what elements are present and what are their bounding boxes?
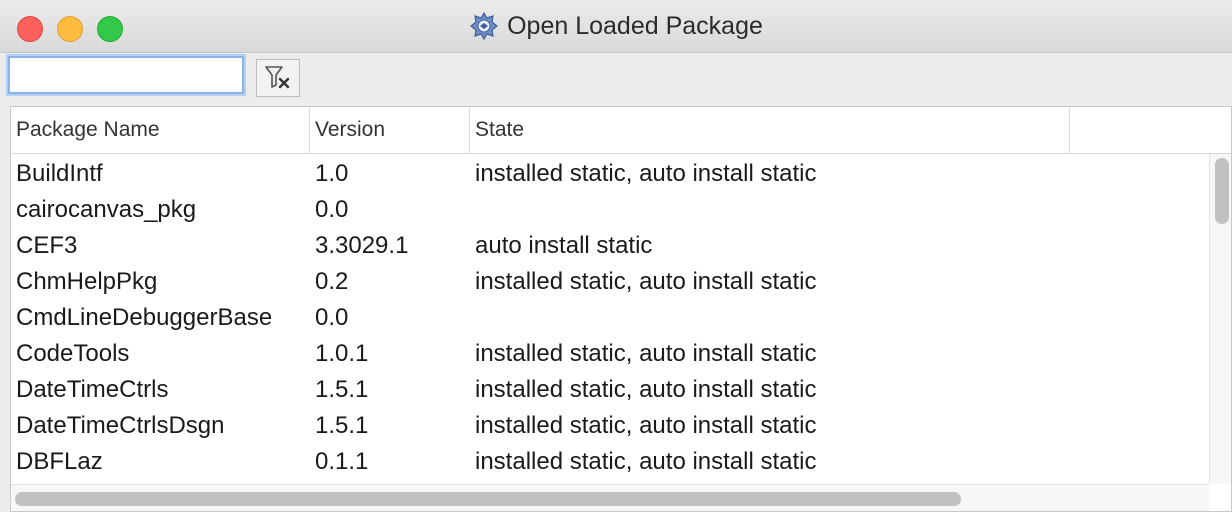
version-cell: 1.5.1	[315, 412, 369, 439]
table-row[interactable]: CmdLineDebuggerBase 0.0	[11, 300, 1209, 336]
table-row[interactable]: BuildIntf 1.0 installed static, auto ins…	[11, 156, 1209, 192]
table-row[interactable]: CodeTools 1.0.1 installed static, auto i…	[11, 336, 1209, 372]
version-cell: 0.2	[315, 268, 349, 295]
version-cell: 0.0	[315, 304, 349, 331]
table-row[interactable]: DateTimeCtrls 1.5.1 installed static, au…	[11, 372, 1209, 408]
version-cell: 0.0	[315, 196, 349, 223]
column-header-package-name[interactable]: Package Name	[11, 107, 310, 153]
state-cell: auto install static	[475, 232, 653, 259]
package-name-cell: DBFLaz	[16, 448, 103, 475]
window-title-group: Open Loaded Package	[0, 0, 1232, 52]
package-name-cell: CEF3	[16, 232, 78, 259]
state-cell: installed static, auto install static	[475, 412, 817, 439]
horizontal-scrollbar[interactable]	[11, 484, 1209, 511]
filter-clear-icon	[265, 66, 290, 89]
window-title: Open Loaded Package	[507, 11, 763, 40]
version-cell: 1.5.1	[315, 376, 369, 403]
package-name-cell: CodeTools	[16, 340, 130, 367]
package-name-cell: BuildIntf	[16, 160, 103, 187]
version-cell: 3.3029.1	[315, 232, 409, 259]
package-name-cell: cairocanvas_pkg	[16, 196, 197, 223]
column-header-version[interactable]: Version	[310, 107, 470, 153]
package-list[interactable]: Package Name Version State BuildIntf 1.0…	[10, 106, 1232, 512]
table-row[interactable]: CEF3 3.3029.1 auto install static	[11, 228, 1209, 264]
table-row[interactable]: DateTimeCtrlsDsgn 1.5.1 installed static…	[11, 408, 1209, 444]
column-header: Package Name Version State	[11, 107, 1231, 154]
state-cell	[470, 300, 1070, 336]
version-cell: 1.0.1	[315, 340, 369, 367]
package-name-cell: ChmHelpPkg	[16, 268, 158, 295]
state-cell: installed static, auto install static	[475, 448, 817, 475]
column-header-state[interactable]: State	[470, 107, 1070, 153]
version-cell: 1.0	[315, 160, 349, 187]
horizontal-scroll-thumb[interactable]	[15, 492, 961, 506]
state-cell: installed static, auto install static	[475, 268, 817, 295]
package-name-cell: DateTimeCtrlsDsgn	[16, 412, 225, 439]
filter-toolbar	[0, 52, 1232, 106]
vertical-scroll-thumb[interactable]	[1215, 158, 1229, 224]
lazarus-package-icon	[470, 11, 499, 41]
state-cell: installed static, auto install static	[475, 376, 817, 403]
clear-filter-button[interactable]	[256, 59, 300, 97]
package-name-cell: CmdLineDebuggerBase	[16, 304, 273, 331]
state-cell: installed static, auto install static	[475, 340, 817, 367]
version-cell: 0.1.1	[315, 448, 369, 475]
table-row[interactable]: ChmHelpPkg 0.2 installed static, auto in…	[11, 264, 1209, 300]
package-rows: BuildIntf 1.0 installed static, auto ins…	[11, 154, 1209, 484]
state-cell	[470, 192, 1070, 228]
vertical-scrollbar[interactable]	[1209, 154, 1231, 484]
state-cell: installed static, auto install static	[475, 160, 817, 187]
table-row[interactable]: cairocanvas_pkg 0.0	[11, 192, 1209, 228]
table-row[interactable]: DBFLaz 0.1.1 installed static, auto inst…	[11, 444, 1209, 480]
title-bar[interactable]: Open Loaded Package	[0, 0, 1232, 53]
filter-input[interactable]	[8, 56, 244, 94]
package-name-cell: DateTimeCtrls	[16, 376, 169, 403]
